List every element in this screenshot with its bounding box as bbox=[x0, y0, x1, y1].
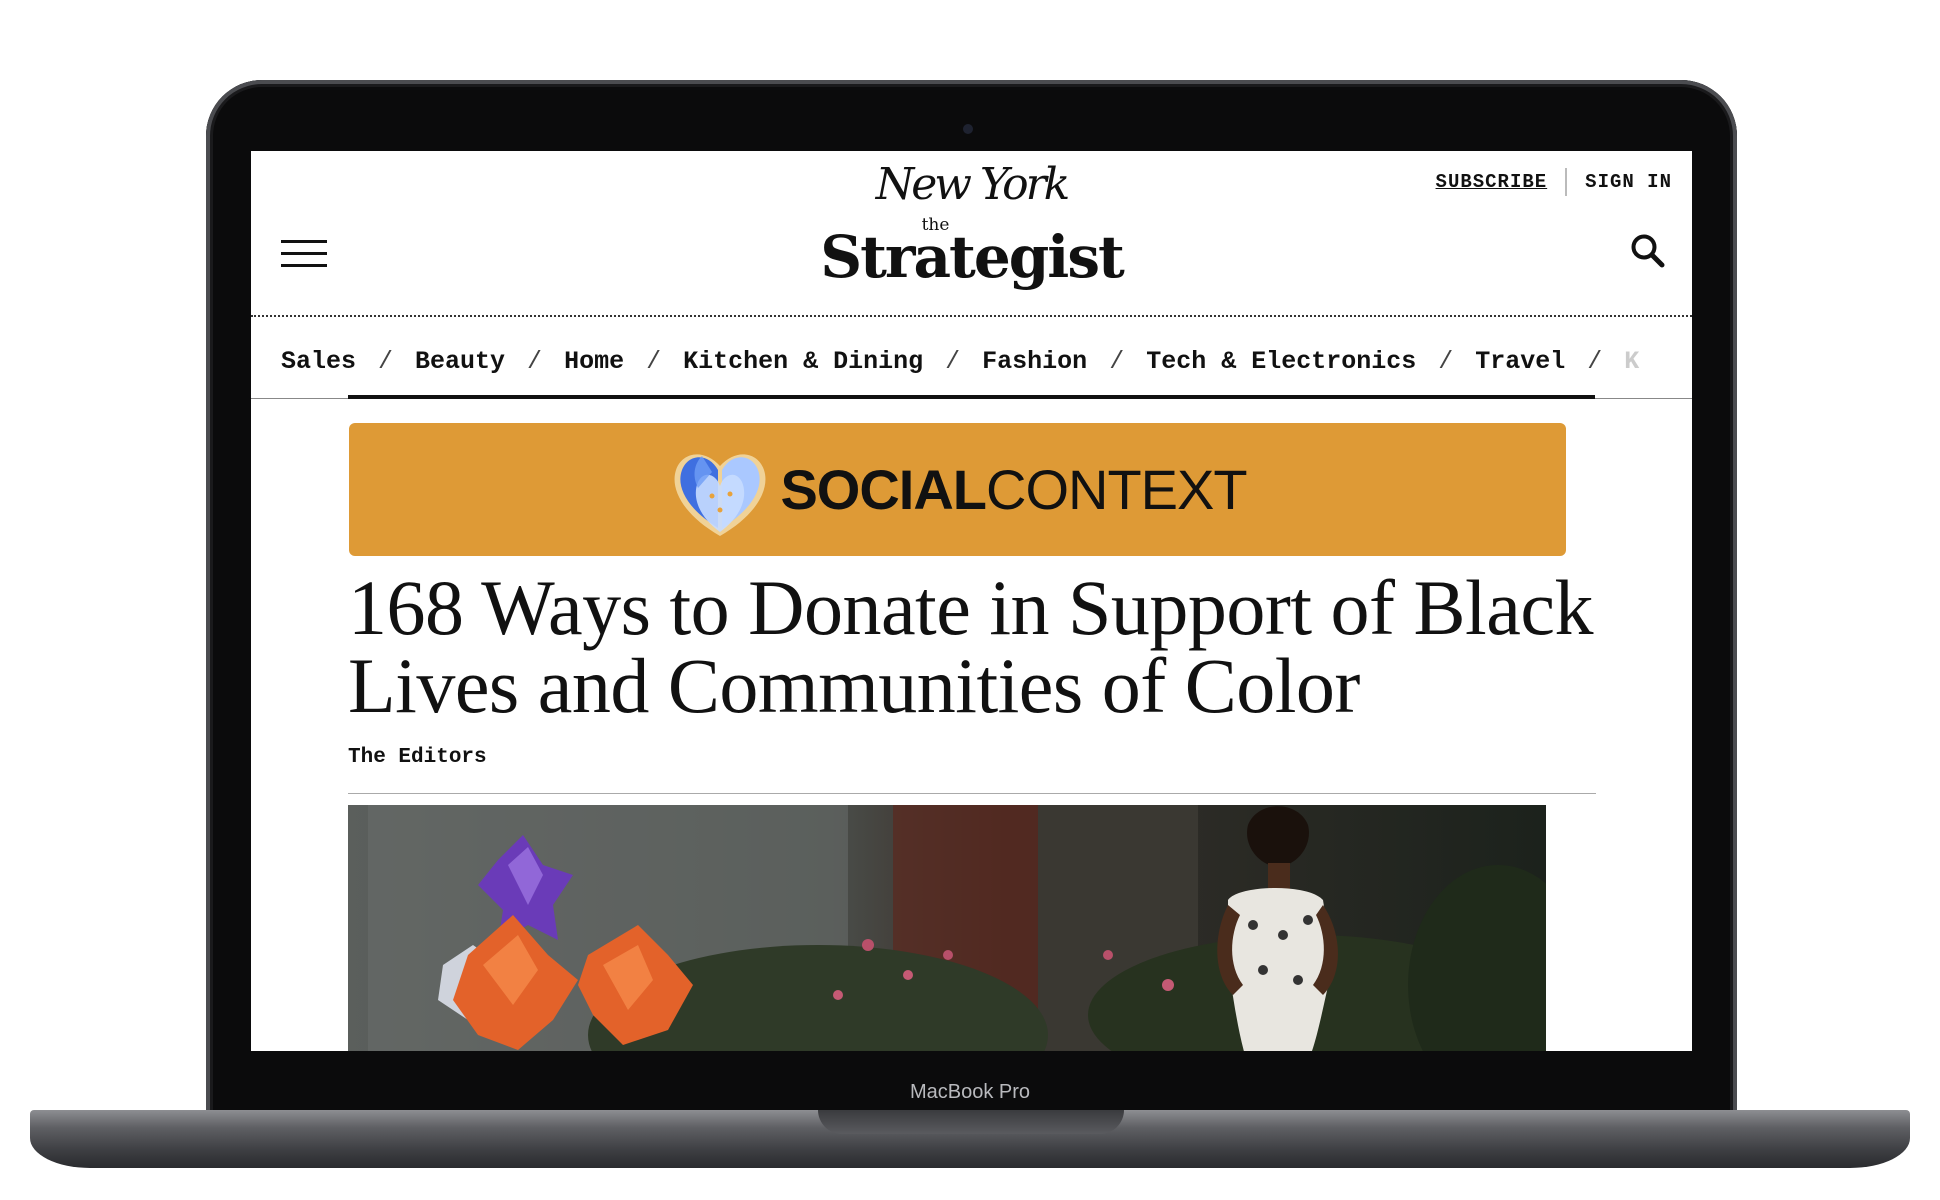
device-label: MacBook Pro bbox=[909, 1081, 1031, 1103]
nav-item-beauty[interactable]: Beauty bbox=[415, 347, 505, 376]
nav-separator: / bbox=[1109, 347, 1125, 376]
nav-item-travel[interactable]: Travel bbox=[1475, 347, 1565, 376]
search-icon[interactable] bbox=[1628, 231, 1668, 271]
strategist-logo[interactable]: Strategist bbox=[251, 223, 1692, 291]
nav-separator: / bbox=[646, 347, 662, 376]
social-context-logo-icon bbox=[674, 453, 766, 536]
nav-separator: / bbox=[1587, 347, 1603, 376]
account-divider bbox=[1565, 168, 1568, 196]
nav-separator: / bbox=[527, 347, 543, 376]
browser-screen: New York the Strategist SUBSCRIBE SIGN I… bbox=[251, 151, 1692, 1051]
nav-separator: / bbox=[945, 347, 961, 376]
nav-separator: / bbox=[1438, 347, 1454, 376]
nav-item-kitchen-dining[interactable]: Kitchen & Dining bbox=[683, 347, 923, 376]
article-headline: 168 Ways to Donate in Support of Black L… bbox=[348, 564, 1593, 729]
social-context-wordmark: SOCIALCONTEXT bbox=[780, 457, 1248, 522]
nav-item-fashion[interactable]: Fashion bbox=[982, 347, 1087, 376]
account-links: SUBSCRIBE SIGN IN bbox=[1436, 167, 1672, 197]
nav-item-sales[interactable]: Sales bbox=[281, 347, 356, 376]
nav-separator: / bbox=[378, 347, 394, 376]
header-divider bbox=[251, 315, 1692, 317]
byline-divider bbox=[348, 793, 1596, 794]
nav-item-home[interactable]: Home bbox=[564, 347, 624, 376]
social-context-banner[interactable]: SOCIALCONTEXT bbox=[349, 423, 1566, 556]
article-byline[interactable]: The Editors bbox=[348, 746, 487, 769]
wordmark-bold: SOCIAL bbox=[780, 458, 987, 521]
camera-icon bbox=[963, 124, 973, 134]
nav-rule-thick bbox=[348, 395, 1595, 399]
sign-in-link[interactable]: SIGN IN bbox=[1585, 171, 1672, 193]
subscribe-link[interactable]: SUBSCRIBE bbox=[1436, 171, 1548, 193]
nav-item-tech-electronics[interactable]: Tech & Electronics bbox=[1146, 347, 1416, 376]
category-nav: Sales / Beauty / Home / Kitchen & Dining / Fashi… bbox=[281, 347, 1639, 376]
hero-photo bbox=[348, 805, 1546, 1051]
wordmark-light: CONTEXT bbox=[986, 458, 1248, 521]
nav-item-overflow[interactable]: K bbox=[1624, 347, 1639, 376]
laptop-notch bbox=[818, 1110, 1124, 1134]
